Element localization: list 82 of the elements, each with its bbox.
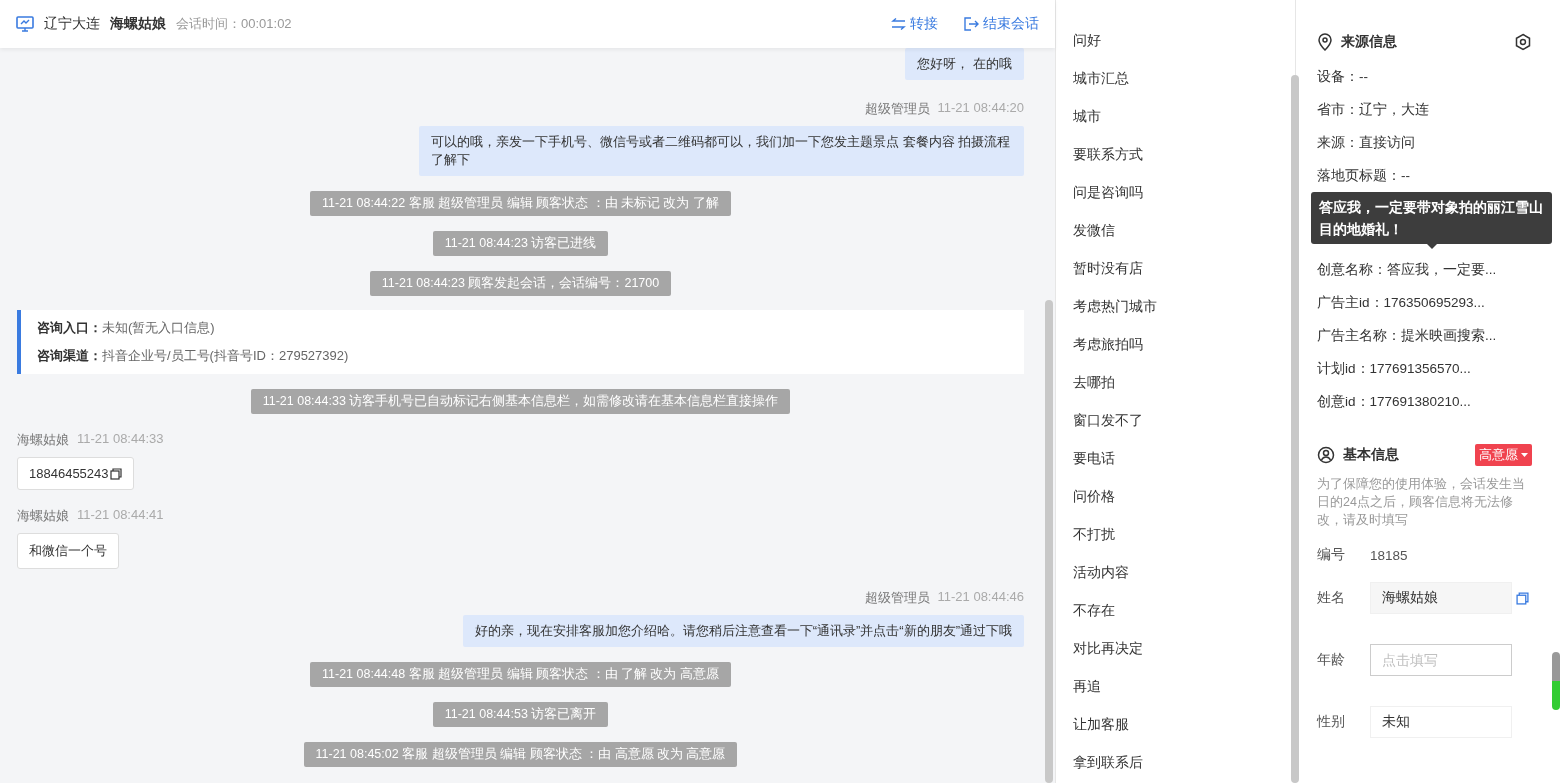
select-field[interactable]: 未知 [1370, 706, 1512, 738]
message-bubble: 好的亲，现在安排客服加您介绍哈。请您稍后注意查看一下“通讯录”并点击“新的朋友”通过下哦 [462, 615, 1024, 647]
monitor-icon [16, 16, 34, 32]
field-label: 年龄 [1317, 651, 1346, 669]
message-time: 11-21 08:44:41 [77, 507, 164, 524]
copy-icon[interactable] [1516, 591, 1529, 605]
system-notice: 11-21 08:45:02 客服 超级管理员 编辑 顾客状态 ：由 高意愿 改为 高意愿 [303, 742, 738, 767]
info-row-text: 广告主名称：提米映画搜索... [1317, 326, 1497, 345]
field-label: 姓名 [1317, 589, 1346, 607]
field-label: 编号 [1317, 546, 1346, 564]
quick-reply-item[interactable]: 窗口发不了 [1056, 402, 1295, 440]
quick-reply-item[interactable]: 去哪拍 [1056, 364, 1295, 402]
tooltip: 答应我，一定要带对象拍的丽江雪山目的地婚礼！ [1311, 192, 1552, 244]
system-notice: 11-21 08:44:23 顾客发起会话，会话编号：21700 [369, 271, 672, 296]
tooltip-pointer [1426, 244, 1437, 249]
system-notice: 11-21 08:44:33 访客手机号已自动标记右侧基本信息栏，如需修改请在基本信息栏直接操作 [250, 389, 791, 414]
location-pin-icon [1317, 33, 1333, 51]
exit-icon [964, 17, 979, 31]
info-row-text: 创意id：177691380210... [1317, 392, 1471, 411]
message-bubble: 您好呀， 在的哦 [905, 48, 1024, 80]
quick-reply-item[interactable]: 要电话 [1056, 440, 1295, 478]
end-session-link[interactable]: 结束会话 [964, 15, 1039, 33]
intent-tag[interactable]: 高意愿 [1475, 444, 1532, 466]
info-row-text: 落地页标题：-- [1317, 166, 1410, 185]
quick-reply-item[interactable]: 考虑旅拍吗 [1056, 326, 1295, 364]
message-bubble: 可以的哦，亲发一下手机号、微信号或者二维码都可以，我们加一下您发主题景点 套餐内容 拍摄流程了解下 [419, 126, 1024, 176]
input-field[interactable]: 点击填写 [1370, 644, 1512, 676]
system-notice: 11-21 08:44:23 访客已进线 [432, 231, 609, 256]
sender-name: 超级管理员 [864, 100, 930, 118]
info-row-text: 广告主id：176350695293... [1317, 293, 1485, 312]
message-time: 11-21 08:44:46 [937, 589, 1024, 606]
scrollbar-thumb[interactable] [1291, 75, 1299, 783]
caret-icon [1521, 453, 1528, 457]
quick-reply-item[interactable]: 再追 [1056, 668, 1295, 706]
quick-reply-item[interactable]: 不打扰 [1056, 516, 1295, 554]
visitor-name: 海螺姑娘 [110, 15, 166, 33]
copy-icon[interactable] [109, 467, 122, 480]
visitor-location: 辽宁大连 [44, 15, 100, 33]
quick-reply-item[interactable]: 问价格 [1056, 478, 1295, 516]
system-notice: 11-21 08:44:53 访客已离开 [432, 702, 609, 727]
sender-name: 海螺姑娘 [17, 431, 69, 449]
session-duration: 会话时间：00:01:02 [176, 15, 292, 33]
field-value: 18185 [1370, 547, 1408, 563]
system-notice: 11-21 08:44:48 客服 超级管理员 编辑 顾客状态 ：由 了解 改为 高意愿 [310, 662, 731, 687]
sender-name: 海螺姑娘 [17, 507, 69, 525]
system-notice: 11-21 08:44:22 客服 超级管理员 编辑 顾客状态 ：由 未标记 改为 了解 [310, 191, 731, 216]
scrollbar-thumb[interactable] [1552, 652, 1560, 710]
quick-reply-item[interactable]: 要联系方式 [1056, 136, 1295, 174]
quick-reply-item[interactable]: 问是咨询吗 [1056, 174, 1295, 212]
entry-line: 咨询入口：未知(暂无入口信息) [37, 319, 216, 337]
quick-reply-item[interactable]: 城市 [1056, 98, 1295, 136]
message-time: 11-21 08:44:33 [77, 431, 164, 448]
notice-text: 为了保障您的使用体验，会话发生当日的24点之后，顾客信息将无法修改，请及时填写 [1317, 476, 1526, 529]
quick-reply-item[interactable]: 让加客服 [1056, 706, 1295, 744]
info-row-text: 省市：辽宁，大连 [1317, 100, 1429, 119]
sender-name: 超级管理员 [864, 589, 930, 607]
quick-reply-item[interactable]: 不存在 [1056, 592, 1295, 630]
quick-reply-item[interactable]: 发微信 [1056, 212, 1295, 250]
quick-reply-item[interactable]: 问好 [1056, 22, 1295, 60]
message-bubble: 和微信一个号 [17, 533, 119, 569]
info-row-text: 设备：-- [1317, 67, 1368, 86]
quick-reply-item[interactable]: 城市汇总 [1056, 60, 1295, 98]
settings-icon[interactable] [1514, 33, 1532, 51]
info-row-text: 来源：直接访问 [1317, 133, 1415, 152]
field-label: 性别 [1317, 713, 1346, 731]
input-field[interactable]: 海螺姑娘 [1370, 582, 1512, 614]
quick-reply-item[interactable]: 暂时没有店 [1056, 250, 1295, 288]
quick-reply-item[interactable]: 考虑热门城市 [1056, 288, 1295, 326]
user-circle-icon [1317, 446, 1335, 464]
scrollbar-thumb[interactable] [1045, 300, 1053, 783]
quick-reply-item[interactable]: 活动内容 [1056, 554, 1295, 592]
section-title: 来源信息 [1341, 33, 1398, 51]
message-time: 11-21 08:44:20 [937, 100, 1024, 117]
quick-reply-item[interactable]: 对比再决定 [1056, 630, 1295, 668]
info-row-text: 创意名称：答应我，一定要... [1317, 260, 1497, 279]
section-title: 基本信息 [1343, 446, 1400, 464]
info-row-text: 计划id：177691356570... [1317, 359, 1471, 378]
message-bubble: 18846455243 [17, 457, 134, 490]
entry-line: 咨询渠道：抖音企业号/员工号(抖音号ID：279527392) [37, 347, 350, 365]
transfer-link[interactable]: 转接 [891, 15, 938, 33]
swap-arrows-icon [891, 18, 906, 30]
quick-reply-item[interactable]: 拿到联系后 [1056, 744, 1295, 782]
